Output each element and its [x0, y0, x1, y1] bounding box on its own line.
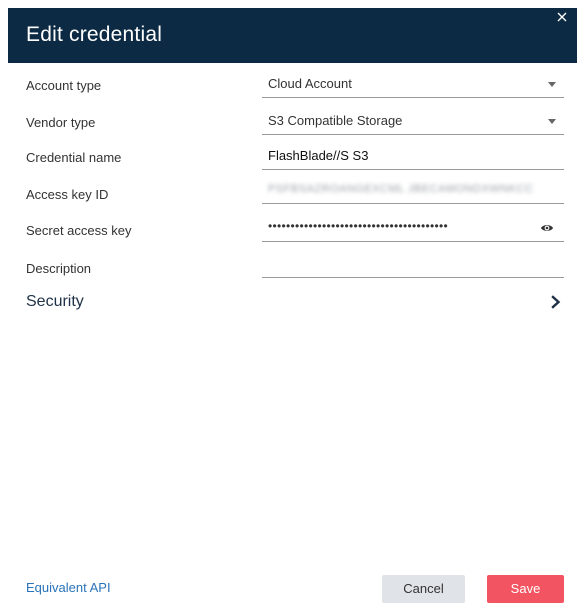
cancel-button[interactable]: Cancel [382, 575, 465, 603]
account-type-row: Account type Cloud Account [0, 68, 577, 104]
edit-credential-dialog: Edit credential Account type Cloud Accou… [0, 0, 577, 613]
account-type-value: Cloud Account [268, 76, 352, 91]
chevron-down-icon [548, 119, 556, 124]
secret-access-key-value: •••••••••••••••••••••••••••••••••••••••• [268, 219, 449, 233]
credential-name-input[interactable]: FlashBlade//S S3 [262, 143, 564, 170]
vendor-type-select[interactable]: S3 Compatible Storage [262, 108, 564, 135]
credential-name-label: Credential name [26, 150, 122, 165]
security-section-toggle[interactable]: Security [0, 288, 577, 316]
save-button[interactable]: Save [487, 575, 564, 603]
secret-access-key-row: Secret access key ••••••••••••••••••••••… [0, 213, 577, 249]
dialog-title: Edit credential [26, 23, 163, 46]
chevron-right-icon [551, 295, 561, 309]
vendor-type-value: S3 Compatible Storage [268, 113, 403, 128]
description-label: Description [26, 261, 92, 276]
access-key-id-input[interactable]: PSFBSAZROANGEXCML JBECAMONDXWNKCC [262, 177, 564, 204]
dialog-header: Edit credential [8, 8, 577, 63]
chevron-down-icon [548, 82, 556, 87]
equivalent-api-link[interactable]: Equivalent API [26, 580, 111, 595]
access-key-id-value: PSFBSAZROANGEXCML JBECAMONDXWNKCC [268, 183, 534, 195]
access-key-id-row: Access key ID PSFBSAZROANGEXCML JBECAMON… [0, 177, 577, 213]
close-icon[interactable] [557, 12, 571, 26]
description-input[interactable] [262, 251, 564, 278]
credential-name-row: Credential name FlashBlade//S S3 [0, 140, 577, 176]
account-type-select[interactable]: Cloud Account [262, 71, 564, 98]
eye-icon[interactable] [540, 221, 554, 233]
credential-name-value: FlashBlade//S S3 [268, 148, 369, 163]
secret-access-key-input[interactable]: •••••••••••••••••••••••••••••••••••••••• [262, 215, 564, 242]
account-type-label: Account type [26, 78, 102, 93]
security-label: Security [26, 293, 84, 310]
vendor-type-row: Vendor type S3 Compatible Storage [0, 105, 577, 141]
vendor-type-label: Vendor type [26, 115, 96, 130]
access-key-id-label: Access key ID [26, 187, 109, 202]
description-row: Description [0, 251, 577, 287]
secret-access-key-label: Secret access key [26, 223, 132, 238]
